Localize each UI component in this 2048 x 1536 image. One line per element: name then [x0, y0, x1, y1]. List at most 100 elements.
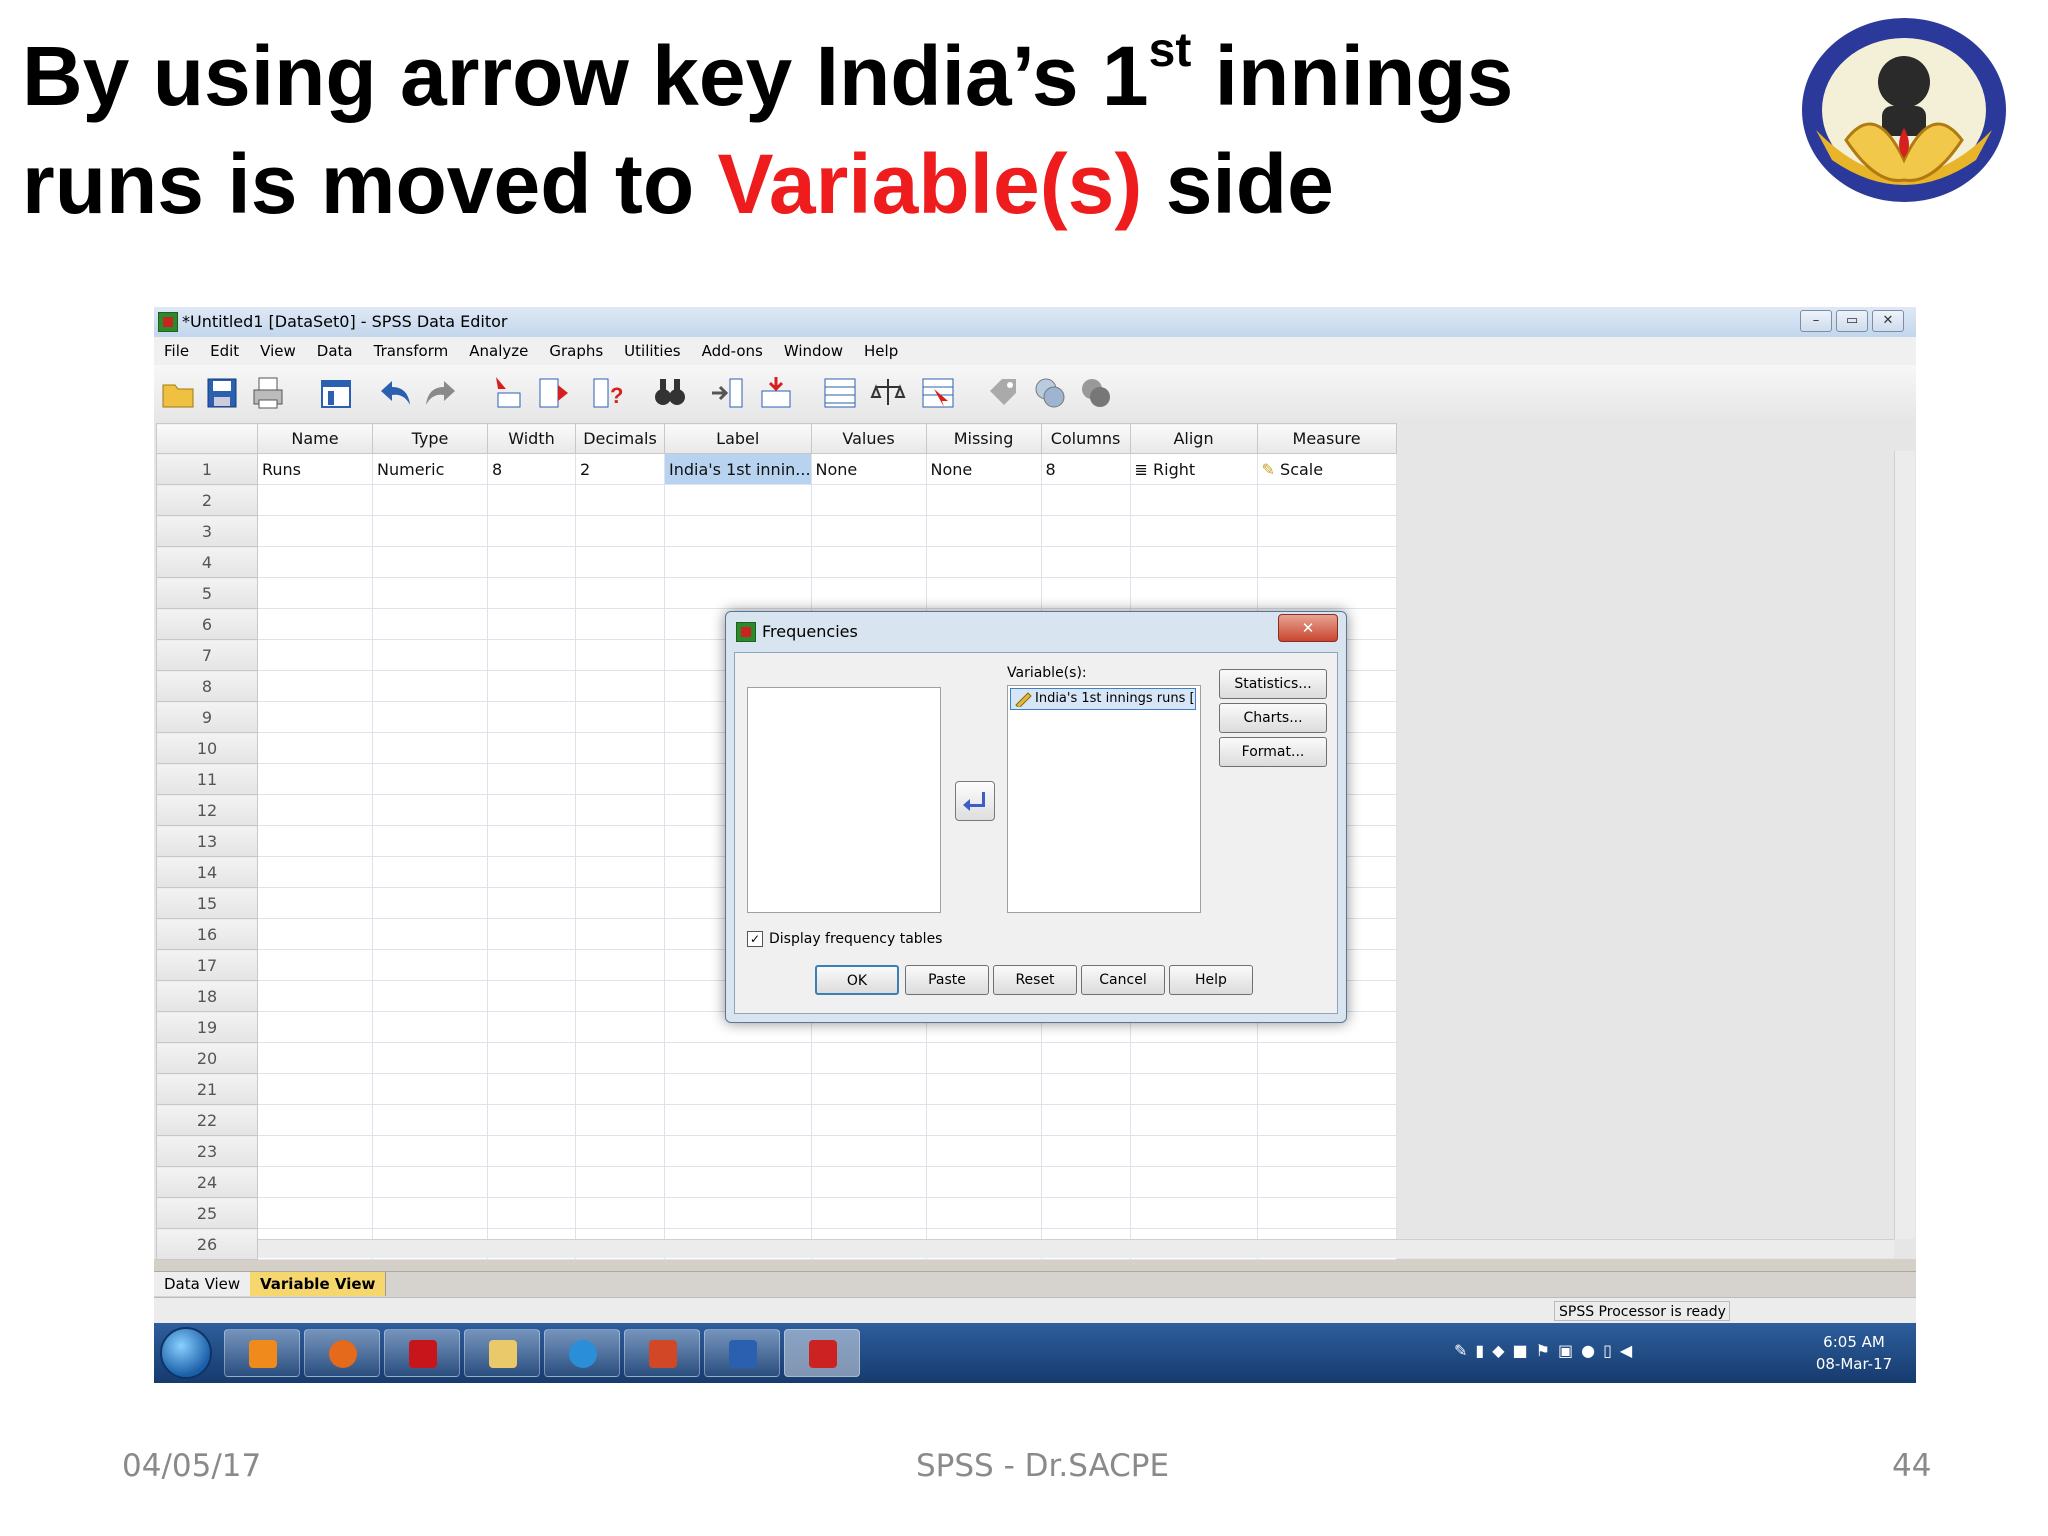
goto-variable-icon[interactable]	[536, 375, 572, 411]
empty-cell[interactable]	[925, 484, 1042, 516]
empty-cell[interactable]	[372, 1011, 488, 1043]
empty-cell[interactable]	[372, 1042, 488, 1074]
empty-cell[interactable]	[664, 1104, 812, 1136]
format-button[interactable]: Format...	[1219, 737, 1327, 767]
empty-cell[interactable]	[925, 1042, 1042, 1074]
empty-cell[interactable]	[810, 577, 927, 609]
empty-cell[interactable]	[487, 980, 576, 1012]
empty-cell[interactable]	[257, 577, 373, 609]
empty-cell[interactable]	[372, 608, 488, 640]
empty-cell[interactable]	[575, 794, 665, 826]
cell-columns[interactable]: 8	[1040, 453, 1131, 485]
empty-cell[interactable]	[1040, 1042, 1131, 1074]
value-labels-icon[interactable]	[986, 375, 1022, 411]
dialog-titlebar[interactable]: Frequencies ✕	[726, 612, 1346, 652]
taskbar-spss[interactable]	[784, 1329, 860, 1377]
start-button[interactable]	[160, 1327, 212, 1379]
empty-cell[interactable]	[257, 763, 373, 795]
dialog-recall-icon[interactable]	[318, 375, 354, 411]
empty-cell[interactable]	[1040, 484, 1131, 516]
row-number[interactable]: 23	[156, 1135, 258, 1167]
row-number[interactable]: 22	[156, 1104, 258, 1136]
empty-cell[interactable]	[257, 856, 373, 888]
empty-cell[interactable]	[257, 1135, 373, 1167]
empty-cell[interactable]	[1129, 484, 1258, 516]
empty-cell[interactable]	[257, 825, 373, 857]
cell-name[interactable]: Runs	[257, 453, 373, 485]
menu-graphs[interactable]: Graphs	[549, 342, 603, 360]
select-cases-icon[interactable]	[920, 375, 956, 411]
empty-cell[interactable]	[925, 577, 1042, 609]
row-number[interactable]: 6	[156, 608, 258, 640]
empty-cell[interactable]	[575, 515, 665, 547]
row-number[interactable]: 18	[156, 980, 258, 1012]
header-label[interactable]: Label	[664, 423, 812, 454]
empty-cell[interactable]	[575, 856, 665, 888]
empty-cell[interactable]	[575, 1104, 665, 1136]
empty-cell[interactable]	[372, 577, 488, 609]
row-number[interactable]: 21	[156, 1073, 258, 1105]
empty-cell[interactable]	[1256, 577, 1397, 609]
empty-cell[interactable]	[487, 794, 576, 826]
empty-cell[interactable]	[575, 732, 665, 764]
taskbar-word[interactable]	[704, 1329, 780, 1377]
empty-cell[interactable]	[925, 1166, 1042, 1198]
empty-cell[interactable]	[257, 546, 373, 578]
row-number[interactable]: 2	[156, 484, 258, 516]
empty-cell[interactable]	[810, 1073, 927, 1105]
empty-cell[interactable]	[487, 701, 576, 733]
empty-cell[interactable]	[575, 1073, 665, 1105]
taskbar-acrobat[interactable]	[384, 1329, 460, 1377]
header-align[interactable]: Align	[1129, 423, 1258, 454]
cell-measure[interactable]: ✎ Scale	[1256, 453, 1397, 485]
menu-data[interactable]: Data	[317, 342, 353, 360]
empty-cell[interactable]	[1256, 1135, 1397, 1167]
close-button[interactable]: ✕	[1872, 310, 1904, 332]
empty-cell[interactable]	[487, 1197, 576, 1229]
empty-cell[interactable]	[925, 1104, 1042, 1136]
insert-case-icon[interactable]	[758, 375, 794, 411]
header-columns[interactable]: Columns	[1040, 423, 1131, 454]
split-file-icon[interactable]	[822, 375, 858, 411]
header-measure[interactable]: Measure	[1256, 423, 1397, 454]
empty-cell[interactable]	[575, 1166, 665, 1198]
weight-cases-icon[interactable]	[870, 375, 906, 411]
row-number[interactable]: 17	[156, 949, 258, 981]
empty-cell[interactable]	[810, 546, 927, 578]
row-number[interactable]: 10	[156, 732, 258, 764]
menu-transform[interactable]: Transform	[374, 342, 449, 360]
empty-cell[interactable]	[1040, 515, 1131, 547]
empty-cell[interactable]	[487, 577, 576, 609]
print-icon[interactable]	[250, 375, 286, 411]
empty-cell[interactable]	[1040, 1073, 1131, 1105]
empty-cell[interactable]	[257, 887, 373, 919]
empty-cell[interactable]	[925, 515, 1042, 547]
empty-cell[interactable]	[1256, 515, 1397, 547]
empty-cell[interactable]	[487, 608, 576, 640]
empty-cell[interactable]	[372, 546, 488, 578]
show-all-icon[interactable]	[1078, 375, 1114, 411]
menu-analyze[interactable]: Analyze	[469, 342, 528, 360]
row-number[interactable]: 1	[156, 453, 258, 485]
save-icon[interactable]	[204, 375, 240, 411]
menu-utilities[interactable]: Utilities	[624, 342, 680, 360]
empty-cell[interactable]	[810, 484, 927, 516]
empty-cell[interactable]	[1040, 1104, 1131, 1136]
taskbar-ie[interactable]	[544, 1329, 620, 1377]
empty-cell[interactable]	[257, 918, 373, 950]
empty-cell[interactable]	[257, 1166, 373, 1198]
empty-cell[interactable]	[372, 918, 488, 950]
empty-cell[interactable]	[664, 1073, 812, 1105]
taskbar-media-player[interactable]	[224, 1329, 300, 1377]
empty-cell[interactable]	[257, 794, 373, 826]
empty-cell[interactable]	[575, 825, 665, 857]
row-number[interactable]: 12	[156, 794, 258, 826]
empty-cell[interactable]	[810, 1104, 927, 1136]
row-number[interactable]: 15	[156, 887, 258, 919]
empty-cell[interactable]	[575, 639, 665, 671]
row-number[interactable]: 26	[156, 1228, 258, 1260]
cell-label[interactable]: India's 1st innin...	[664, 453, 812, 485]
redo-icon[interactable]	[422, 375, 458, 411]
empty-cell[interactable]	[1040, 546, 1131, 578]
dialog-close-button[interactable]: ✕	[1278, 614, 1338, 642]
